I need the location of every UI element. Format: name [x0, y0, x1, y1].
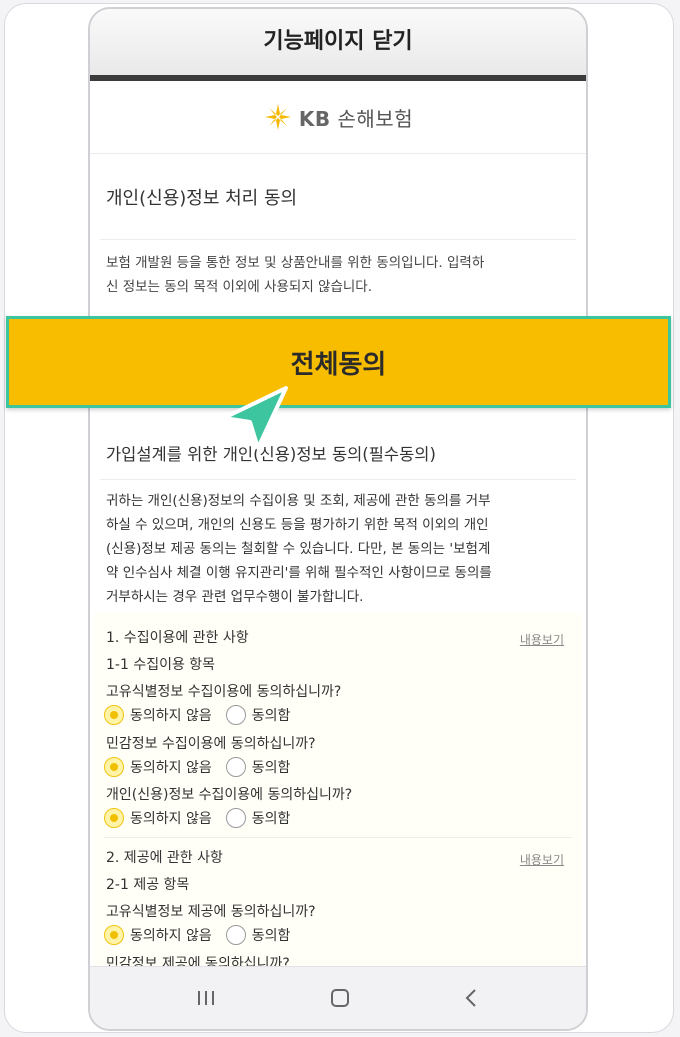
agree-all-label: 전체동의 [290, 349, 387, 380]
question-text: 고유식별정보 제공에 동의하십니까? [106, 904, 316, 920]
group1-more-link[interactable]: 내용보기 [520, 631, 564, 648]
notice-line: (신용)정보 제공 동의는 철회할 수 있습니다. 다만, 본 동의는 '보험계 [106, 541, 491, 557]
radio-disagree[interactable] [104, 705, 124, 725]
group2-subheading: 2-1 제공 항목 [106, 877, 190, 893]
radio-group: 동의하지 않음 동의함 [104, 808, 290, 828]
back-button[interactable] [442, 967, 502, 1029]
question-text: 민감정보 수집이용에 동의하십니까? [106, 736, 316, 752]
kb-logo: KB 손해보험 [90, 81, 586, 154]
group1-subheading: 1-1 수집이용 항목 [106, 657, 216, 673]
agree-all-button[interactable]: 전체동의 [6, 316, 671, 408]
header-title: 기능페이지 닫기 [263, 29, 413, 54]
kb-star-icon [264, 104, 291, 130]
recent-apps-button[interactable] [176, 967, 236, 1029]
radio-agree[interactable] [225, 925, 246, 945]
intro-line: 신 정보는 동의 목적 이외에 사용되지 않습니다. [106, 279, 373, 295]
close-feature-page-header[interactable]: 기능페이지 닫기 [90, 9, 586, 75]
logo-text: KB 손해보험 [299, 103, 413, 132]
divider [104, 837, 572, 838]
back-icon [465, 989, 476, 1007]
question-text: 개인(신용)정보 수집이용에 동의하십니까? [106, 787, 353, 803]
radio-disagree[interactable] [104, 925, 124, 945]
radio-label: 동의함 [251, 760, 291, 776]
group1-heading: 1. 수집이용에 관한 사항 [106, 630, 249, 646]
logo-brand: KB [298, 106, 331, 131]
section-title: 개인(신용)정보 처리 동의 [106, 188, 298, 209]
radio-disagree[interactable] [104, 808, 124, 828]
pointer-cursor-icon [222, 386, 288, 450]
radio-group: 동의하지 않음 동의함 [104, 925, 290, 945]
group2-more-link[interactable]: 내용보기 [520, 851, 564, 868]
radio-agree[interactable] [225, 757, 246, 777]
radio-agree[interactable] [225, 705, 246, 725]
home-button[interactable] [310, 967, 370, 1029]
radio-group: 동의하지 않음 동의함 [104, 757, 290, 777]
home-icon [331, 989, 349, 1007]
radio-label: 동의하지 않음 [130, 760, 212, 776]
radio-label: 동의하지 않음 [130, 928, 212, 944]
radio-group: 동의하지 않음 동의함 [104, 705, 290, 725]
divider [100, 479, 576, 480]
notice-text: 귀하는 개인(신용)정보의 수집이용 및 조회, 제공에 관한 동의를 거부 하… [106, 489, 572, 609]
notice-line: 약 인수심사 체결 이행 유지관리'를 위해 필수적인 사항이므로 동의를 [106, 565, 492, 581]
android-nav-bar [90, 966, 586, 1029]
radio-disagree[interactable] [104, 757, 124, 777]
radio-label: 동의함 [251, 928, 291, 944]
radio-label: 동의하지 않음 [130, 708, 212, 724]
group2-heading: 2. 제공에 관한 사항 [106, 850, 223, 866]
question-text: 고유식별정보 수집이용에 동의하십니까? [106, 684, 342, 700]
radio-label: 동의함 [251, 811, 291, 827]
phone-screen: 기능페이지 닫기 KB 손해보험 개인(신용)정보 처리 동의 보험 개발원 등… [88, 7, 588, 1031]
divider [100, 239, 576, 240]
radio-label: 동의하지 않음 [130, 811, 212, 827]
radio-agree[interactable] [225, 808, 246, 828]
notice-line: 거부하시는 경우 관련 업무수행이 불가합니다. [106, 589, 364, 605]
logo-name: 손해보험 [337, 106, 414, 131]
notice-line: 하실 수 있으며, 개인의 신용도 등을 평가하기 위한 목적 이외의 개인 [106, 517, 489, 533]
intro-line: 보험 개발원 등을 통한 정보 및 상품안내를 위한 동의입니다. 입력하 [106, 255, 485, 271]
recent-apps-icon [198, 991, 214, 1005]
notice-line: 귀하는 개인(신용)정보의 수집이용 및 조회, 제공에 관한 동의를 거부 [106, 493, 491, 509]
radio-label: 동의함 [251, 708, 291, 724]
intro-text: 보험 개발원 등을 통한 정보 및 상품안내를 위한 동의입니다. 입력하 신 … [106, 251, 570, 299]
